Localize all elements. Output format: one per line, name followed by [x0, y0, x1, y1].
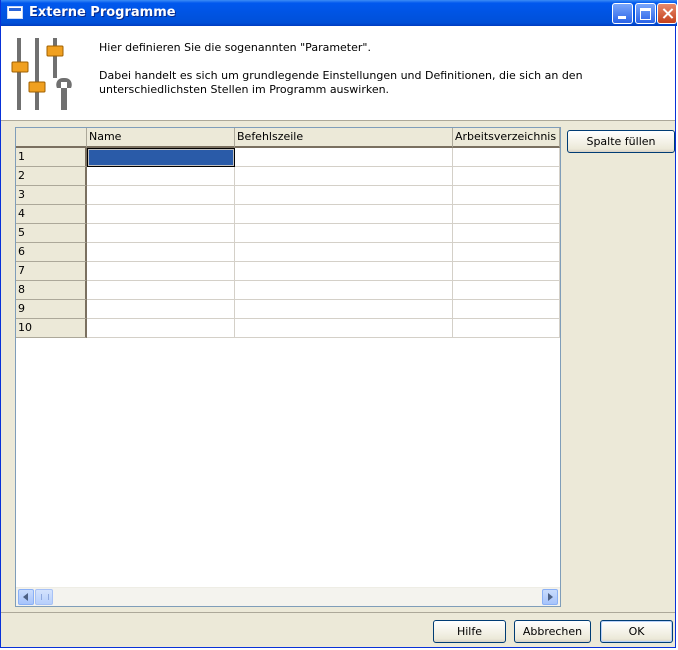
grid-body: Name Befehlszeile Arbeitsverzeichnis 1 2 3 4 5 6…	[16, 128, 560, 588]
grid-cell[interactable]	[235, 148, 453, 167]
column-header-befehlszeile[interactable]: Befehlszeile	[235, 128, 453, 148]
grid-cell[interactable]	[87, 205, 235, 224]
row-header[interactable]: 4	[16, 205, 87, 224]
window-title: Externe Programme	[29, 5, 176, 20]
grid-cell[interactable]	[453, 205, 560, 224]
horizontal-scrollbar[interactable]	[16, 587, 560, 606]
grid-cell[interactable]	[235, 167, 453, 186]
grid-cell[interactable]	[453, 262, 560, 281]
ok-button[interactable]: OK	[600, 620, 673, 643]
grid-cell[interactable]	[453, 243, 560, 262]
grid-cell[interactable]	[87, 167, 235, 186]
row-header[interactable]: 2	[16, 167, 87, 186]
grid-cell[interactable]	[453, 167, 560, 186]
grid-cell[interactable]	[87, 281, 235, 300]
row-header[interactable]: 7	[16, 262, 87, 281]
grid-cell[interactable]	[235, 224, 453, 243]
grid-cell[interactable]	[87, 148, 235, 167]
dialog-window: Externe Programme Hier definieren Sie di…	[0, 0, 677, 648]
grid-cell[interactable]	[453, 300, 560, 319]
grid-cell[interactable]	[87, 186, 235, 205]
grid-cell[interactable]	[235, 281, 453, 300]
grid-cell[interactable]	[87, 224, 235, 243]
grid-cell[interactable]	[87, 262, 235, 281]
grid-cell[interactable]	[87, 300, 235, 319]
row-header[interactable]: 1	[16, 148, 87, 167]
window-icon	[7, 6, 23, 19]
scroll-right-button[interactable]	[542, 589, 558, 605]
header-intro-text: Hier definieren Sie die sogenannten "Par…	[99, 41, 371, 54]
cancel-button[interactable]: Abbrechen	[514, 620, 591, 643]
row-header[interactable]: 9	[16, 300, 87, 319]
maximize-button[interactable]	[635, 3, 656, 24]
grid-cell[interactable]	[235, 300, 453, 319]
grid-cell[interactable]	[235, 262, 453, 281]
row-header[interactable]: 5	[16, 224, 87, 243]
grid-cell[interactable]	[453, 319, 560, 338]
grid-cell[interactable]	[453, 281, 560, 300]
row-header[interactable]: 10	[16, 319, 87, 338]
grid-cell[interactable]	[235, 186, 453, 205]
title-bar[interactable]: Externe Programme	[1, 0, 677, 26]
grid-cell[interactable]	[87, 243, 235, 262]
scroll-thumb[interactable]	[35, 589, 53, 605]
header-description-text: Dabei handelt es sich um grundlegende Ei…	[99, 69, 583, 96]
column-header-arbeitsverzeichnis[interactable]: Arbeitsverzeichnis	[453, 128, 560, 148]
row-header[interactable]: 8	[16, 281, 87, 300]
help-button[interactable]: Hilfe	[433, 620, 506, 643]
grid-cell[interactable]	[453, 186, 560, 205]
header-panel: Hier definieren Sie die sogenannten "Par…	[1, 26, 675, 121]
column-header-name[interactable]: Name	[87, 128, 235, 148]
minimize-button[interactable]	[612, 3, 633, 24]
grid-cell[interactable]	[235, 205, 453, 224]
grid-cell[interactable]	[453, 148, 560, 167]
grid-cell[interactable]	[453, 224, 560, 243]
close-button[interactable]	[657, 3, 677, 24]
row-header[interactable]: 3	[16, 186, 87, 205]
row-header[interactable]: 6	[16, 243, 87, 262]
footer-divider	[1, 612, 675, 613]
grid-cell[interactable]	[235, 243, 453, 262]
grid-cell[interactable]	[235, 319, 453, 338]
programs-grid[interactable]: Name Befehlszeile Arbeitsverzeichnis 1 2 3 4 5 6…	[15, 127, 561, 607]
sliders-wrench-icon	[11, 38, 72, 110]
fill-column-button[interactable]: Spalte füllen	[567, 130, 675, 153]
grid-corner-header[interactable]	[16, 128, 87, 148]
grid-cell[interactable]	[87, 319, 235, 338]
scroll-left-button[interactable]	[18, 589, 34, 605]
